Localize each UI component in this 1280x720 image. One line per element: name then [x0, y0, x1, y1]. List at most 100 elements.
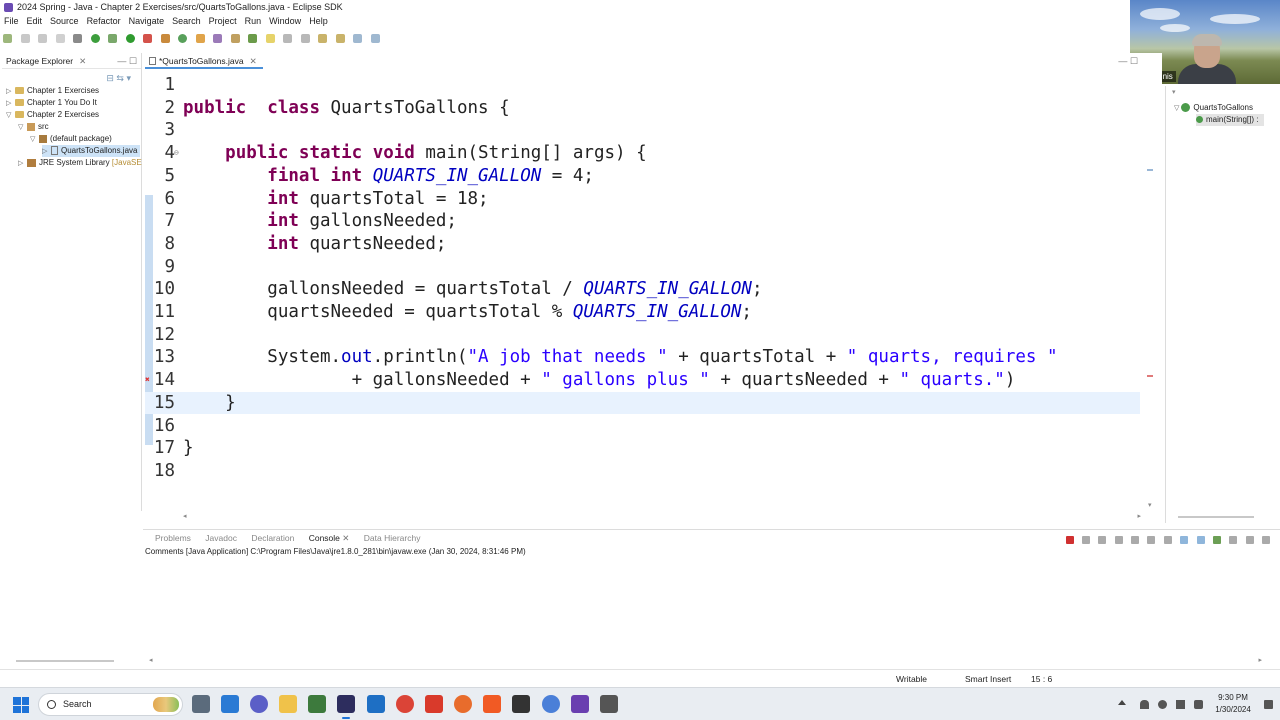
filezilla-icon[interactable] — [425, 695, 443, 713]
collapse-icon[interactable]: ▽ — [6, 110, 15, 122]
scroll-left-icon[interactable]: ◂ — [149, 656, 153, 664]
tab-data-hierarchy[interactable]: Data Hierarchy — [364, 530, 421, 546]
debug-icon[interactable] — [90, 34, 100, 43]
maximize-icon[interactable]: ☐ — [1130, 56, 1138, 66]
scroll-right-icon[interactable]: ▸ — [1258, 656, 1262, 664]
display-console-icon[interactable] — [1229, 536, 1238, 544]
scroll-down-icon[interactable]: ▾ — [1148, 501, 1152, 509]
code-line[interactable]: 8 int quartsNeeded; — [145, 233, 1140, 255]
eclipse-taskbar-icon[interactable] — [337, 695, 355, 719]
toggle-mark-occurrences-icon[interactable] — [265, 34, 275, 43]
tree-item-src[interactable]: ▽ src — [18, 121, 49, 133]
new-java-class-icon[interactable] — [195, 34, 205, 43]
skip-breakpoints-icon[interactable] — [73, 34, 83, 43]
maximize-icon[interactable] — [1262, 536, 1270, 544]
horizontal-scrollbar[interactable]: ◂ ▸ — [145, 512, 1145, 522]
next-edit-icon[interactable] — [318, 34, 328, 43]
brave-icon[interactable] — [483, 695, 501, 713]
previous-edit-icon[interactable] — [335, 34, 345, 43]
coverage-icon[interactable] — [108, 34, 118, 43]
tab-console[interactable]: Console ✕ — [309, 530, 350, 546]
notepad-plus-icon[interactable] — [308, 695, 326, 713]
error-overview-mark[interactable] — [1147, 375, 1153, 377]
taskbar-clock[interactable]: 9:30 PM 1/30/2024 — [1208, 692, 1258, 716]
wordpad-icon[interactable] — [512, 695, 530, 713]
close-icon[interactable]: ✕ — [342, 533, 349, 543]
scroll-right-icon[interactable]: ▸ — [1137, 512, 1141, 520]
tree-item-default-package[interactable]: ▽ (default package) — [30, 133, 112, 145]
code-line[interactable]: 4 ⊖ public static void main(String[] args… — [145, 142, 1140, 164]
snipping-tool-icon[interactable] — [600, 695, 618, 713]
notification-icon[interactable] — [1264, 700, 1273, 709]
new-java-package-icon[interactable] — [178, 34, 188, 43]
code-line[interactable]: 9 — [145, 256, 1140, 278]
tab-javadoc[interactable]: Javadoc — [205, 530, 237, 546]
code-line[interactable]: 7 int gallonsNeeded; — [145, 210, 1140, 232]
show-hidden-icons-icon[interactable] — [1118, 700, 1126, 705]
outline-item-class[interactable]: ▽ QuartsToGallons — [1174, 102, 1253, 114]
outline-menu-icon[interactable]: ▾ — [1172, 88, 1176, 96]
code-line[interactable]: 3 — [145, 119, 1140, 141]
print-icon[interactable] — [55, 34, 65, 43]
tree-item-quartstogallons-java[interactable]: ▷ QuartsToGallons.java — [42, 145, 140, 157]
code-line[interactable]: 13 System.out.println("A job that needs … — [145, 346, 1140, 368]
code-line[interactable]: 12 — [145, 324, 1140, 346]
menu-search[interactable]: Search — [168, 14, 205, 29]
fold-icon[interactable]: ⊖ — [174, 142, 179, 164]
new-java-project-icon[interactable] — [160, 34, 170, 43]
overview-mark[interactable] — [1147, 169, 1153, 171]
collapse-icon[interactable]: ▽ — [1174, 105, 1179, 112]
code-line[interactable]: 2 public class QuartsToGallons { — [145, 97, 1140, 119]
vertical-scrollbar[interactable]: ▾ — [1145, 69, 1159, 509]
save-all-icon[interactable] — [38, 34, 48, 43]
chrome-icon[interactable] — [396, 695, 414, 713]
visual-studio-icon[interactable] — [571, 695, 589, 713]
tree-item-chapter-1-you-do-it[interactable]: ▷ Chapter 1 You Do It — [6, 97, 97, 109]
save-icon[interactable] — [20, 34, 30, 43]
word-wrap-icon[interactable] — [1147, 536, 1156, 544]
forward-icon[interactable] — [370, 34, 380, 43]
outline-item-method[interactable]: main(String[]) : — [1196, 114, 1265, 126]
new-icon[interactable] — [3, 34, 12, 43]
menu-file[interactable]: File — [0, 14, 23, 29]
pin-console-icon[interactable] — [1163, 536, 1172, 544]
close-icon[interactable]: ✕ — [79, 56, 86, 66]
open-type-icon[interactable] — [213, 34, 223, 43]
open-console-icon[interactable] — [1212, 536, 1221, 544]
menu-project[interactable]: Project — [205, 14, 241, 29]
tab-problems[interactable]: Problems — [155, 530, 191, 546]
battery-icon[interactable] — [1194, 700, 1203, 709]
close-icon[interactable]: ✕ — [250, 56, 257, 66]
menu-refactor[interactable]: Refactor — [83, 14, 125, 29]
remove-all-icon[interactable] — [1098, 536, 1107, 544]
code-line[interactable]: 16 — [145, 415, 1140, 437]
code-line[interactable]: 1 — [145, 74, 1140, 96]
explorer-scrollbar[interactable] — [16, 660, 114, 662]
menu-source[interactable]: Source — [46, 14, 83, 29]
run-icon[interactable] — [125, 34, 135, 43]
next-annotation-icon[interactable] — [248, 34, 258, 43]
wifi-icon[interactable] — [1158, 700, 1167, 709]
menu-window[interactable]: Window — [265, 14, 305, 29]
scroll-left-icon[interactable]: ◂ — [183, 512, 187, 520]
menu-navigate[interactable]: Navigate — [125, 14, 169, 29]
outline-scrollbar[interactable] — [1178, 516, 1254, 518]
volume-icon[interactable] — [1176, 700, 1185, 709]
menu-help[interactable]: Help — [305, 14, 332, 29]
collapse-icon[interactable]: ▽ — [30, 134, 39, 146]
remove-launch-icon[interactable] — [1081, 536, 1090, 544]
code-line[interactable]: 18 — [145, 460, 1140, 482]
package-explorer-tab[interactable]: Package Explorer ✕ — ☐ — [2, 53, 141, 69]
minimize-icon[interactable]: — — [1118, 56, 1127, 66]
outlook-icon[interactable] — [221, 695, 239, 713]
code-line[interactable]: 17} — [145, 437, 1140, 459]
code-line[interactable]: 10 gallonsNeeded = quartsTotal / QUARTS_… — [145, 278, 1140, 300]
teams-icon[interactable] — [250, 695, 268, 713]
minimize-icon[interactable] — [1245, 536, 1254, 544]
editor-tab[interactable]: *QuartsToGallons.java ✕ — [145, 53, 263, 69]
collapse-all-icon[interactable]: ⊟ ⇆ ▾ — [106, 73, 131, 84]
microphone-icon[interactable] — [1140, 700, 1149, 709]
menu-edit[interactable]: Edit — [23, 14, 47, 29]
code-line[interactable]: 15 } — [145, 391, 1140, 414]
show-on-output-icon[interactable] — [1180, 536, 1189, 544]
